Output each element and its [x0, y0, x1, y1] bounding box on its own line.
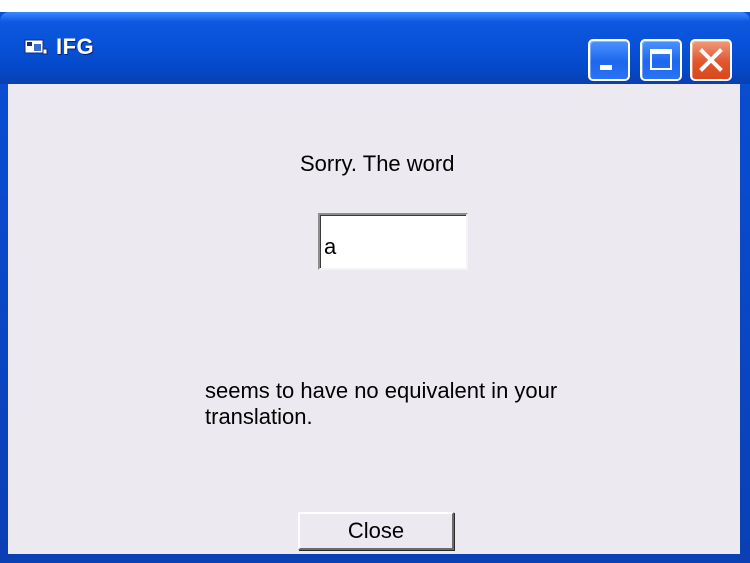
window-title: IFG: [56, 34, 95, 59]
word-field[interactable]: [318, 213, 468, 270]
close-button[interactable]: Close: [298, 512, 454, 550]
ifg-app-icon[interactable]: [24, 38, 48, 56]
minimize-icon: [600, 65, 612, 70]
close-icon: [699, 48, 723, 72]
sorry-message: Sorry. The word: [300, 151, 455, 176]
dialog-body: Sorry. The word seems to have no equival…: [8, 84, 740, 554]
maximize-button[interactable]: [640, 39, 682, 81]
minimize-button[interactable]: [588, 39, 630, 81]
ifg-window: IFG Sorry. The word seems to have no equ…: [0, 12, 750, 563]
no-equivalent-message: seems to have no equivalent in your tran…: [205, 378, 558, 429]
title-bar[interactable]: IFG: [0, 12, 750, 84]
close-window-button[interactable]: [690, 39, 732, 81]
maximize-icon: [650, 49, 672, 70]
